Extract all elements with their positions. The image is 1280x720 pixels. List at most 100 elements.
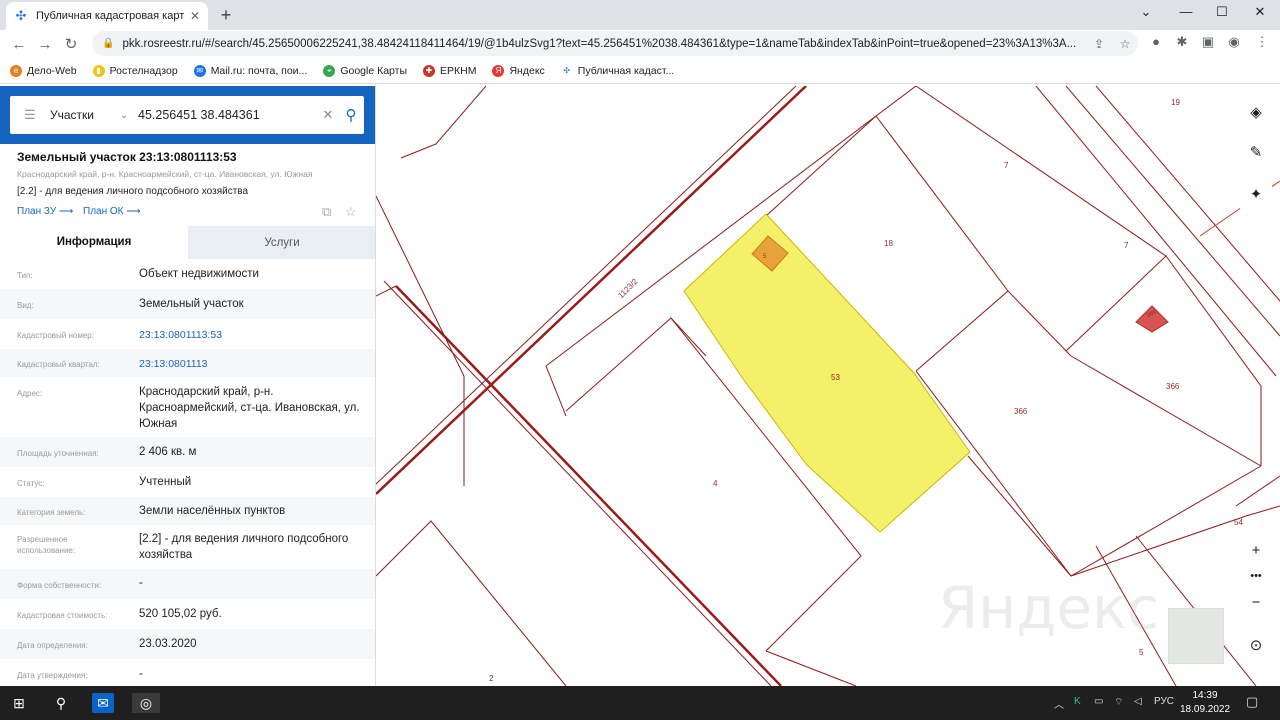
parcel-edge — [545, 365, 567, 417]
volume-icon[interactable]: ◁ — [1134, 696, 1142, 707]
rostelnadzor-icon: ▮ — [92, 64, 105, 77]
bookmarks-bar: e Дело-Web ▮ Ростелнадзор ✉ Mail.ru: почта,… — [0, 58, 1280, 84]
selected-parcel[interactable] — [683, 213, 971, 533]
info-row: Форма собственности: - — [0, 569, 375, 599]
info-tabs: Информация Услуги — [0, 226, 375, 259]
close-window-button[interactable]: ✕ — [1250, 4, 1270, 20]
clear-icon[interactable]: ✕ — [318, 107, 338, 123]
outlook-icon[interactable]: ✉ — [92, 693, 114, 713]
clock[interactable]: 14:39 18.09.2022 — [1180, 689, 1230, 717]
map-label: 7 — [1124, 241, 1129, 250]
language-indicator[interactable]: РУС — [1154, 696, 1174, 707]
parcel-edge — [376, 520, 567, 686]
minimap-thumbnail[interactable] — [1168, 608, 1224, 664]
share-icon[interactable]: ⇪ — [1086, 37, 1112, 51]
bookmark-google-maps[interactable]: ⌖ Google Карты — [323, 64, 407, 77]
plan-ok-link[interactable]: План ОК ⟶ — [83, 206, 141, 217]
extension-icon[interactable]: ● — [1146, 34, 1166, 49]
map-label: 53 — [831, 373, 840, 382]
chrome-icon[interactable]: ◎ — [132, 693, 160, 713]
plan-zu-link[interactable]: План ЗУ ⟶ — [17, 206, 73, 217]
map-label: 19 — [1171, 98, 1180, 107]
browser-tab[interactable]: ✣ Публичная кадастровая карта ✕ — [6, 2, 208, 30]
info-value: - — [139, 577, 143, 589]
rosreestr-favicon-icon: ✣ — [15, 8, 27, 23]
object-permitted-use: [2.2] - для ведения личного подсобного х… — [17, 186, 249, 197]
bookmark-yandex[interactable]: Я Яндекс — [492, 64, 545, 77]
yandex-icon: Я — [492, 64, 505, 77]
search-category[interactable]: Участки — [50, 108, 120, 122]
layers-icon[interactable]: ◈ — [1240, 96, 1272, 128]
cadastral-number-link[interactable]: 23:13:0801113:53 — [139, 327, 364, 343]
tab-information[interactable]: Информация — [0, 226, 188, 259]
browser-tab-bar: ✣ Публичная кадастровая карта ✕ + ⌄ — ☐ … — [0, 0, 1280, 30]
search-box: ☰ Участки ⌄ 45.256451 38.484361 ✕ ⚲ — [10, 96, 364, 134]
extensions-puzzle-icon[interactable]: ✱ — [1172, 34, 1192, 50]
info-key: Тип: — [17, 271, 33, 280]
battery-icon[interactable]: ▭ — [1094, 696, 1103, 707]
info-row: Дата определения: 23.03.2020 — [0, 629, 375, 659]
object-info-panel: ☰ Участки ⌄ 45.256451 38.484361 ✕ ⚲ Земе… — [0, 86, 376, 686]
bookmark-mailru[interactable]: ✉ Mail.ru: почта, пои... — [193, 64, 307, 77]
bookmark-erknm[interactable]: ✚ ЕРКНМ — [423, 64, 476, 77]
zoom-to-object-icon[interactable]: ⧉ — [322, 204, 331, 220]
browser-menu-icon[interactable]: ⋮ — [1252, 34, 1272, 50]
search-input[interactable]: 45.256451 38.484361 — [138, 108, 318, 122]
info-value: Объект недвижимости — [139, 268, 259, 280]
bookmark-star-icon[interactable]: ☆ — [1112, 37, 1138, 51]
chevron-down-icon[interactable]: ⌄ — [120, 110, 138, 121]
profile-avatar-icon[interactable]: ◉ — [1224, 34, 1244, 50]
erknm-icon: ✚ — [423, 64, 436, 77]
favorite-star-icon[interactable]: ☆ — [345, 204, 357, 220]
info-value: [2.2] - для ведения личного подсобного х… — [139, 533, 349, 561]
compass-icon[interactable]: ⊙ — [1240, 629, 1272, 661]
cadastral-map[interactable]: 19 7 7 18 53 366 366 4 2 54 5 1123/2 5 3… — [376, 86, 1280, 686]
menu-icon[interactable]: ☰ — [10, 107, 50, 123]
info-row: Кадастровый номер: 23:13:0801113:53 — [0, 319, 375, 349]
ruler-icon[interactable]: ✎ — [1240, 136, 1272, 168]
parcel-edge — [765, 115, 877, 217]
parcel-edge — [1035, 86, 1277, 377]
kaspersky-icon[interactable]: K — [1074, 696, 1081, 707]
network-icon[interactable]: ⌔ — [1114, 696, 1123, 709]
minimize-button[interactable]: — — [1176, 4, 1196, 19]
windows-start-icon[interactable]: ⊞ — [8, 693, 30, 713]
address-bar-row: ← → ↻ 🔒 pkk.rosreestr.ru/#/search/45.256… — [0, 30, 1280, 58]
info-key: Дата утверждения: — [17, 671, 88, 680]
info-value: 23.03.2020 — [139, 638, 197, 650]
tray-chevron-icon[interactable]: ︿ — [1054, 696, 1064, 711]
url-text[interactable]: pkk.rosreestr.ru/#/search/45.25650006225… — [122, 38, 1086, 50]
tab-services[interactable]: Услуги — [188, 226, 375, 259]
search-icon[interactable]: ⚲ — [50, 693, 72, 713]
side-panel-icon[interactable]: ▣ — [1198, 34, 1218, 50]
search-icon[interactable]: ⚲ — [338, 106, 364, 124]
yandex-watermark: Яндекс — [938, 574, 1159, 642]
maximize-button[interactable]: ☐ — [1212, 4, 1232, 20]
parcel-edge — [1235, 475, 1280, 507]
bookmark-rostelnadzor[interactable]: ▮ Ростелнадзор — [92, 64, 178, 77]
bookmark-pkk[interactable]: ✣ Публичная кадаст... — [560, 64, 674, 77]
info-key: Кадастровый номер: — [17, 331, 94, 340]
close-tab-icon[interactable]: ✕ — [190, 9, 200, 23]
new-tab-button[interactable]: + — [216, 5, 236, 26]
notifications-icon[interactable]: ▢ — [1246, 694, 1258, 710]
rosreestr-icon: ✣ — [560, 64, 573, 77]
parcel-edge — [670, 317, 707, 357]
info-row: Статус: Учтенный — [0, 467, 375, 497]
info-row: Адрес: Краснодарский край, р-н. Красноар… — [0, 377, 375, 437]
url-bar[interactable]: 🔒 pkk.rosreestr.ru/#/search/45.256500062… — [92, 31, 1138, 56]
bookmark-delo-web[interactable]: e Дело-Web — [10, 64, 77, 77]
info-key: Форма собственности: — [17, 581, 102, 590]
zoom-out-button[interactable]: − — [1240, 586, 1272, 618]
parcel-edge — [967, 455, 1072, 577]
map-label: 7 — [1004, 161, 1009, 170]
forward-button[interactable]: → — [32, 36, 58, 53]
back-button[interactable]: ← — [6, 36, 32, 53]
chevron-down-icon[interactable]: ⌄ — [1136, 4, 1156, 20]
reload-button[interactable]: ↻ — [58, 35, 84, 53]
lock-icon[interactable]: 🔒 — [102, 38, 114, 49]
cadastral-quarter-link[interactable]: 23:13:0801113 — [139, 356, 364, 372]
locate-icon[interactable]: ✦ — [1240, 178, 1272, 210]
map-label: 4 — [713, 479, 718, 488]
parcel-edge — [400, 86, 487, 159]
